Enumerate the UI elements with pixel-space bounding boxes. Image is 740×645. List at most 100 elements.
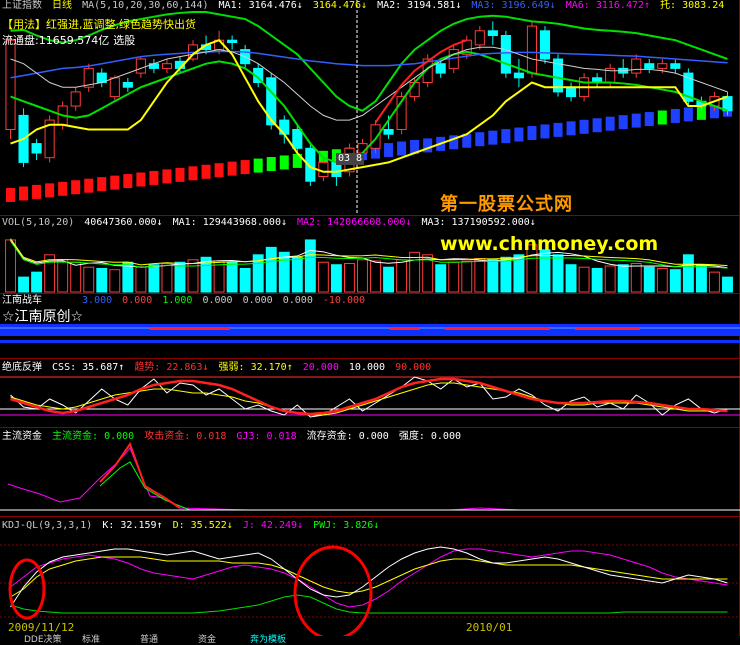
zhuliu-flow: 流存资金: 0.000	[306, 431, 389, 442]
volume-bar	[135, 266, 147, 293]
trend-bar	[136, 172, 146, 187]
candle-body	[227, 39, 238, 44]
volume-bar	[265, 246, 277, 293]
trend-bar	[175, 167, 185, 182]
trend-bar	[97, 177, 107, 192]
jiangnan-pane[interactable]: 江南战车 3.000 0.000 1.000 0.000 0.000 0.000…	[0, 294, 740, 358]
ma-blue-line	[10, 50, 728, 79]
tab-standard[interactable]: 标准	[78, 636, 104, 645]
tuo-readout: 托: 3083.24	[660, 0, 725, 11]
price-chart[interactable]	[0, 0, 740, 215]
kdj-pwj: PWJ: 3.826↓	[313, 520, 380, 531]
candle-body	[644, 63, 655, 69]
kdj-d: D: 35.522↓	[172, 520, 233, 531]
trend-bar	[240, 160, 250, 175]
zhuliu-attack: 攻击资金: 0.018	[144, 431, 227, 442]
trend-bar	[618, 115, 628, 130]
trend-bar	[162, 169, 172, 184]
trend-bar	[279, 155, 289, 170]
volume-bar	[148, 264, 160, 293]
candle-body	[5, 39, 16, 131]
trend-bar	[683, 107, 693, 122]
tab-custom-template[interactable]: 奔为模板	[246, 636, 290, 645]
volume-bar	[109, 269, 121, 293]
juedi-qushi: 趋势: 22.863↓	[134, 362, 209, 373]
trend-bar	[266, 157, 276, 171]
zhuliu-strength: 强度: 0.000	[398, 431, 461, 442]
ma1-value-readout: 3164.476↓	[312, 0, 368, 11]
trend-bar	[253, 158, 263, 173]
trend-bar	[188, 166, 198, 181]
trend-bar	[58, 181, 68, 196]
zhuliu-label: 主流资金	[2, 431, 42, 442]
volume-bar	[317, 261, 329, 293]
volume-bar	[304, 239, 316, 293]
volume-bar	[174, 261, 186, 293]
vol-ma3: MA3: 137190592.000↓	[421, 217, 536, 228]
jiangnan-red-segment	[390, 327, 420, 330]
zhuliu-attack-line	[99, 441, 181, 509]
juedi-l1: 20.000	[302, 362, 339, 373]
candle-body	[487, 30, 498, 36]
trend-bar	[670, 108, 680, 123]
trend-bar	[201, 164, 211, 179]
crosshair-date-label: 03 8	[336, 153, 365, 165]
juedi-css: CSS: 35.687↑	[52, 362, 125, 373]
jiangnan-red-segment	[445, 327, 550, 330]
candle-body	[135, 58, 146, 74]
volume-bar	[656, 267, 668, 293]
candle-body	[109, 77, 120, 98]
kdj-j: J: 42.249↓	[242, 520, 304, 531]
zhuliu-main: 主流资金: 0.000	[52, 431, 135, 442]
candle-body	[657, 63, 668, 69]
volume-header: VOL(5,10,20) 40647360.000↓ MA1: 12944396…	[2, 217, 540, 229]
tab-normal[interactable]: 普通	[136, 636, 162, 645]
vol-label: VOL(5,10,20)	[2, 217, 75, 228]
candle-body	[435, 63, 446, 74]
volume-bar	[343, 262, 355, 293]
candle-body	[161, 63, 173, 69]
ma1-readout: MA1: 3164.476↓	[218, 0, 303, 11]
price-pane[interactable]: 上证指数 日线 MA(5,10,20,30,60,144) MA1: 3164.…	[0, 0, 740, 215]
jiangnan-header: 江南战车 3.000 0.000 1.000 0.000 0.000 0.000…	[2, 295, 369, 307]
volume-bar	[239, 267, 251, 293]
kdj-pane[interactable]: KDJ-QL(9,3,3,1) K: 32.159↑ D: 35.522↓ J:…	[0, 517, 740, 636]
kdj-chart[interactable]	[0, 517, 740, 636]
trend-bar	[488, 130, 498, 145]
volume-bar	[435, 264, 447, 293]
zhuliu-header: 主流资金 主流资金: 0.000 攻击资金: 0.018 GJ3: 0.018 …	[2, 431, 465, 443]
candle-body	[122, 82, 133, 88]
candle-body	[474, 30, 485, 46]
candle-body	[565, 86, 577, 98]
volume-bar	[213, 260, 225, 293]
vol-ma2: MA2: 142066608.000↓	[297, 217, 412, 228]
volume-bar	[370, 260, 381, 293]
trend-bar	[149, 170, 159, 185]
volume-bar	[617, 264, 629, 293]
vol-ma1: MA1: 129443968.000↓	[172, 217, 287, 228]
juedi-pane[interactable]: 绝底反弹 CSS: 35.687↑ 趋势: 22.863↓ 强弱: 32.170…	[0, 359, 740, 427]
trend-bar	[397, 141, 407, 156]
zhuliu-pane[interactable]: 主流资金 主流资金: 0.000 攻击资金: 0.018 GJ3: 0.018 …	[0, 428, 740, 516]
ma2-readout: MA2: 3194.581↓	[377, 0, 462, 11]
jiangnan-red-segment	[150, 327, 230, 330]
jn-value-7: -10.000	[322, 295, 366, 306]
candle-body	[539, 30, 551, 60]
jn-value-6: 0.000	[282, 295, 313, 306]
tab-dde[interactable]: DDE决策	[20, 636, 66, 645]
usage-note: 【用法】红强进,蓝调整,绿色趋势快出货	[2, 18, 196, 31]
candle-body	[670, 63, 681, 69]
volume-bar	[83, 266, 95, 293]
trend-bar	[19, 186, 29, 201]
candle-body	[526, 25, 538, 74]
trend-bar	[566, 121, 576, 136]
select-stock-link[interactable]: 选股	[113, 34, 135, 47]
tab-funds[interactable]: 资金	[194, 636, 220, 645]
volume-bar	[708, 271, 720, 293]
volume-bar	[552, 254, 564, 293]
price-header: 上证指数 日线 MA(5,10,20,30,60,144) MA1: 3164.…	[2, 0, 728, 12]
period-label: 日线	[52, 0, 73, 11]
volume-bar	[487, 259, 499, 293]
volume-bar	[357, 259, 368, 293]
candle-body	[70, 91, 81, 107]
